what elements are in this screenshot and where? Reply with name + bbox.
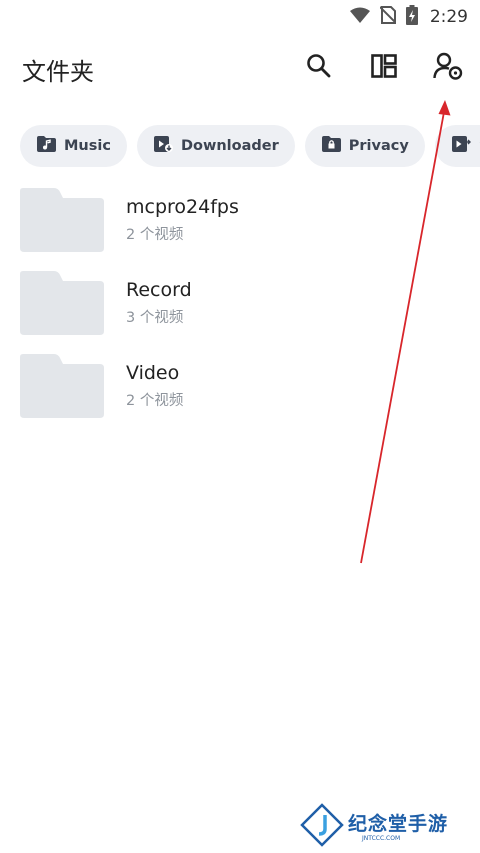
watermark-logo: 纪念堂手游 JNTCCC.COM bbox=[300, 803, 470, 848]
account-settings-button[interactable] bbox=[428, 48, 468, 88]
wifi-icon bbox=[349, 7, 370, 27]
share-folder-icon bbox=[451, 136, 479, 156]
folder-video-count: 2 个视频 bbox=[126, 393, 184, 409]
folder-row[interactable]: Record 3 个视频 bbox=[20, 271, 460, 337]
chip-label: Downloader bbox=[180, 138, 279, 154]
watermark-subtext: JNTCCC.COM bbox=[362, 835, 401, 842]
layout-icon bbox=[371, 54, 397, 82]
lock-folder-icon bbox=[321, 136, 349, 156]
download-folder-icon bbox=[153, 136, 181, 156]
search-icon bbox=[306, 53, 332, 83]
folder-name: Record bbox=[126, 279, 192, 301]
folder-icon bbox=[20, 354, 104, 422]
folder-row[interactable]: mcpro24fps 2 个视频 bbox=[20, 188, 460, 254]
chip-label: Privacy bbox=[348, 138, 409, 154]
folder-name: mcpro24fps bbox=[126, 196, 239, 218]
search-button[interactable] bbox=[299, 48, 339, 88]
watermark-text: 纪念堂手游 bbox=[348, 813, 449, 835]
chip-privacy[interactable]: Privacy bbox=[304, 125, 425, 167]
chip-music[interactable]: Music bbox=[20, 125, 127, 167]
folder-name: Video bbox=[126, 362, 180, 384]
layout-toggle-button[interactable] bbox=[364, 48, 404, 88]
status-bar: 2:29 bbox=[0, 0, 480, 34]
chip-downloader[interactable]: Downloader bbox=[136, 125, 295, 167]
chip-label: Music bbox=[64, 138, 111, 154]
battery-charging-icon bbox=[405, 5, 418, 29]
folder-icon bbox=[20, 271, 104, 339]
folder-video-count: 2 个视频 bbox=[126, 227, 184, 243]
app-bar: 文件夹 bbox=[0, 40, 480, 100]
chip-share[interactable]: Sh bbox=[434, 125, 480, 167]
folder-icon bbox=[20, 188, 104, 256]
user-settings-icon bbox=[433, 52, 463, 84]
page-title: 文件夹 bbox=[22, 58, 94, 86]
folder-chips: Music Downloader Privacy bbox=[20, 125, 480, 169]
no-sim-icon bbox=[379, 6, 397, 28]
music-folder-icon bbox=[37, 136, 64, 156]
status-time: 2:29 bbox=[429, 7, 468, 27]
folder-row[interactable]: Video 2 个视频 bbox=[20, 354, 460, 420]
folder-video-count: 3 个视频 bbox=[126, 310, 184, 326]
